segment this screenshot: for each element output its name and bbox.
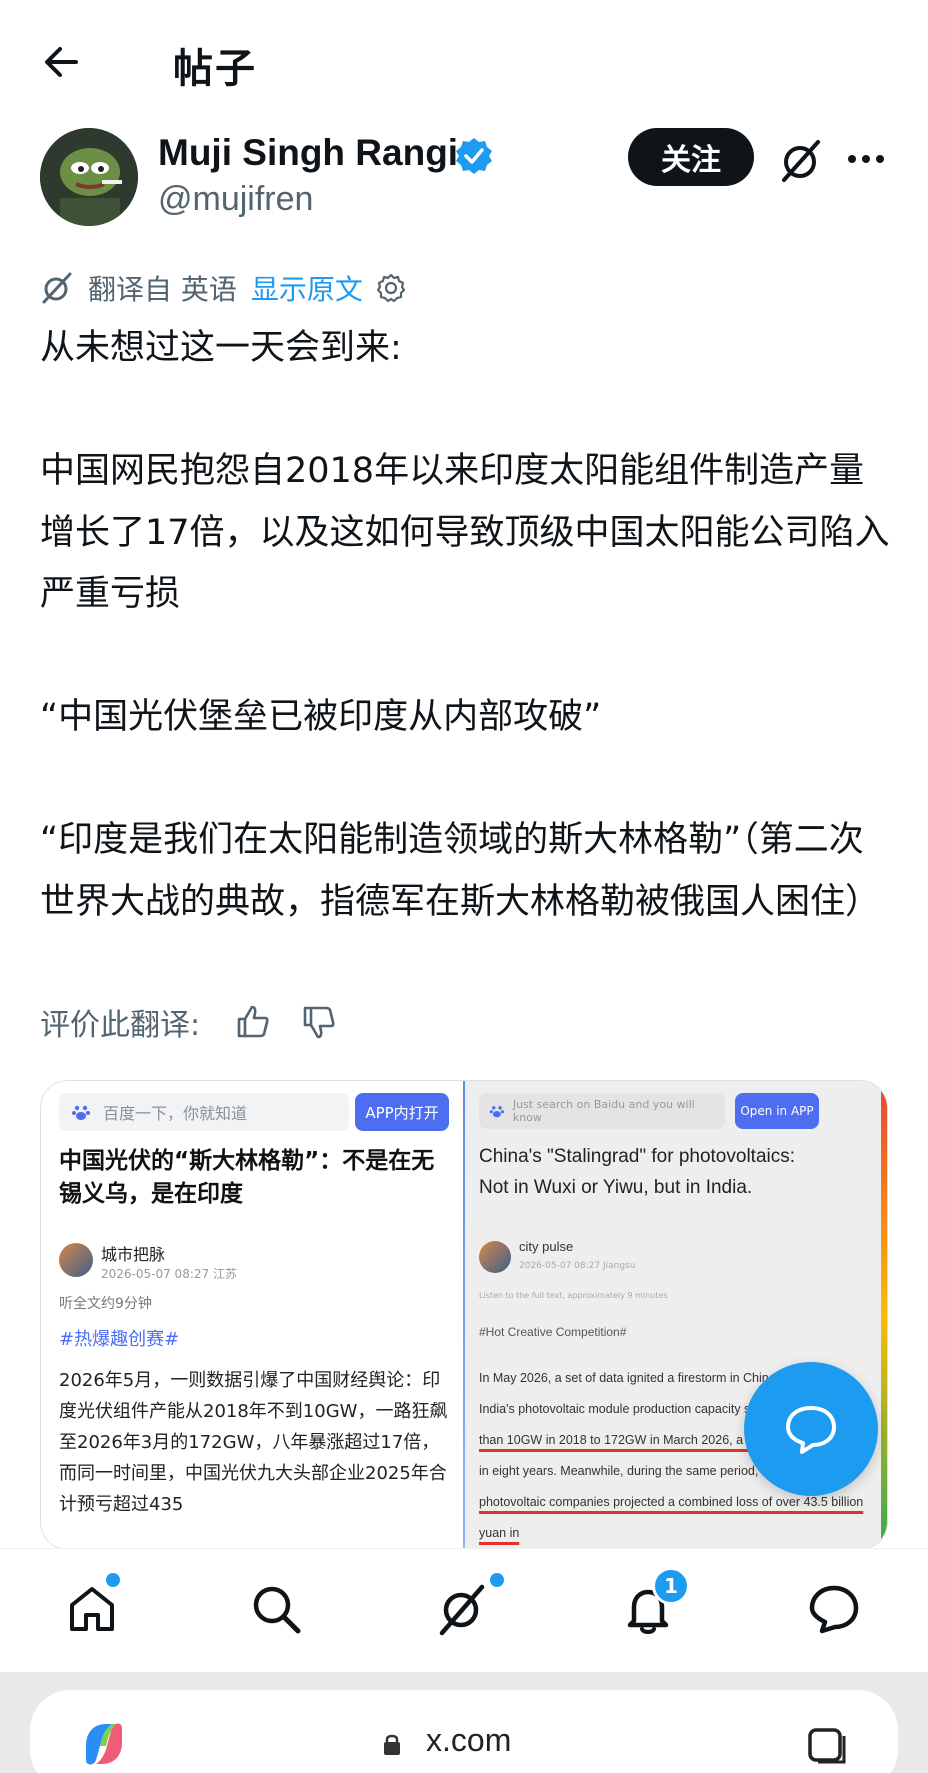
grok-nav-icon[interactable] bbox=[434, 1581, 490, 1637]
baidu-search-bar-en: Just search on Baidu and you will know bbox=[479, 1093, 725, 1129]
rate-translation: 评价此翻译: bbox=[40, 1000, 338, 1044]
floating-chat-button[interactable] bbox=[744, 1362, 878, 1496]
article-tag: #热爆趣创赛# bbox=[59, 1329, 180, 1350]
post-paragraph: 从未想过这一天会到来: bbox=[40, 328, 402, 368]
post-paragraph: 中国网民抱怨自2018年以来印度太阳能组件制造产量增长了17倍，以及这如何导致顶… bbox=[40, 451, 890, 614]
bottom-navigation: 1 bbox=[0, 1548, 928, 1668]
tabs-icon[interactable] bbox=[806, 1724, 850, 1768]
media-right-edge bbox=[881, 1081, 887, 1549]
author-name[interactable]: Muji Singh Rangi bbox=[158, 132, 458, 174]
translation-notice: 翻译自 英语 显示原文 bbox=[40, 268, 407, 308]
avatar[interactable] bbox=[40, 128, 138, 226]
home-unread-dot bbox=[106, 1573, 120, 1587]
lock-icon bbox=[384, 1734, 400, 1755]
messages-icon[interactable] bbox=[806, 1581, 862, 1637]
article-listen-en: Listen to the full text, approximately 9… bbox=[479, 1291, 668, 1300]
notification-count-badge: 1 bbox=[652, 1567, 690, 1605]
article-title-en: China's "Stalingrad" for photovoltaics: … bbox=[479, 1146, 796, 1198]
page-title: 帖子 bbox=[173, 46, 257, 92]
search-icon[interactable] bbox=[248, 1581, 304, 1637]
follow-button[interactable]: 关注 bbox=[628, 128, 754, 186]
article-author-meta-en: 2026-05-07 08:27 Jiangsu bbox=[519, 1261, 636, 1271]
article-title: 中国光伏的“斯大林格勒”：不是在无锡义乌，是在印度 bbox=[59, 1148, 435, 1207]
more-options-icon[interactable] bbox=[846, 152, 886, 166]
article-author-meta: 2026-05-07 08:27 江苏 bbox=[101, 1267, 237, 1281]
post-media-image[interactable]: 百度一下，你就知道 APP内打开 中国光伏的“斯大林格勒”：不是在无锡义乌，是在… bbox=[40, 1080, 888, 1550]
post-spacer bbox=[40, 626, 890, 688]
article-author-avatar-en bbox=[479, 1241, 511, 1273]
baidu-search-placeholder-en: Just search on Baidu and you will know bbox=[512, 1098, 695, 1124]
author-row: Muji Singh Rangi @mujifren 关注 bbox=[0, 128, 928, 238]
grok-translate-icon bbox=[42, 272, 72, 304]
rate-translation-label: 评价此翻译: bbox=[40, 1008, 201, 1043]
article-body: 2026年5月，一则数据引爆了中国财经舆论：印度光伏组件产能从2018年不到10… bbox=[59, 1370, 448, 1515]
media-left-panel: 百度一下，你就知道 APP内打开 中国光伏的“斯大林格勒”：不是在无锡义乌，是在… bbox=[41, 1081, 465, 1549]
show-original-link[interactable]: 显示原文 bbox=[251, 268, 363, 308]
article-tag-en: #Hot Creative Competition# bbox=[479, 1325, 627, 1339]
url-text[interactable]: x.com bbox=[426, 1722, 511, 1759]
post-paragraph: “中国光伏堡垒已被印度从内部攻破” bbox=[40, 697, 602, 737]
article-listen: 听全文约9分钟 bbox=[59, 1296, 152, 1312]
chat-bubble-icon bbox=[786, 1406, 836, 1454]
back-arrow-icon[interactable] bbox=[40, 40, 84, 84]
article-author-name: 城市把脉 bbox=[101, 1245, 166, 1264]
open-in-app-button: APP内打开 bbox=[355, 1093, 449, 1131]
article-body-line: photovoltaic companies projected a combi… bbox=[479, 1495, 864, 1540]
article-author-avatar bbox=[59, 1243, 93, 1277]
post-paragraph: “印度是我们在太阳能制造领域的斯大林格勒”（第二次世界大战的典故，指德军在斯大林… bbox=[40, 820, 881, 922]
thumbs-down-icon[interactable] bbox=[300, 1003, 338, 1041]
verified-badge-icon bbox=[456, 138, 492, 174]
copilot-icon[interactable] bbox=[76, 1716, 132, 1772]
grok-unread-dot bbox=[490, 1573, 504, 1587]
baidu-search-bar: 百度一下，你就知道 bbox=[59, 1093, 349, 1131]
home-icon[interactable] bbox=[64, 1581, 120, 1637]
grok-icon[interactable] bbox=[778, 138, 824, 184]
article-author-name-en: city pulse bbox=[519, 1239, 574, 1254]
baidu-search-placeholder: 百度一下，你就知道 bbox=[103, 1104, 248, 1123]
header: 帖子 bbox=[0, 0, 928, 120]
open-in-app-button-en: Open in APP bbox=[735, 1093, 819, 1129]
post-spacer bbox=[40, 380, 890, 442]
browser-bar: x.com bbox=[0, 1672, 928, 1773]
thumbs-up-icon[interactable] bbox=[234, 1003, 272, 1041]
post-text: 从未想过这一天会到来: 中国网民抱怨自2018年以来印度太阳能组件制造产量增长了… bbox=[40, 318, 890, 933]
baidu-paw-icon bbox=[72, 1105, 90, 1120]
baidu-paw-icon bbox=[489, 1106, 505, 1118]
author-handle[interactable]: @mujifren bbox=[158, 180, 313, 219]
post-spacer bbox=[40, 749, 890, 811]
translation-label: 翻译自 英语 bbox=[88, 273, 237, 306]
gear-icon[interactable] bbox=[375, 272, 407, 304]
